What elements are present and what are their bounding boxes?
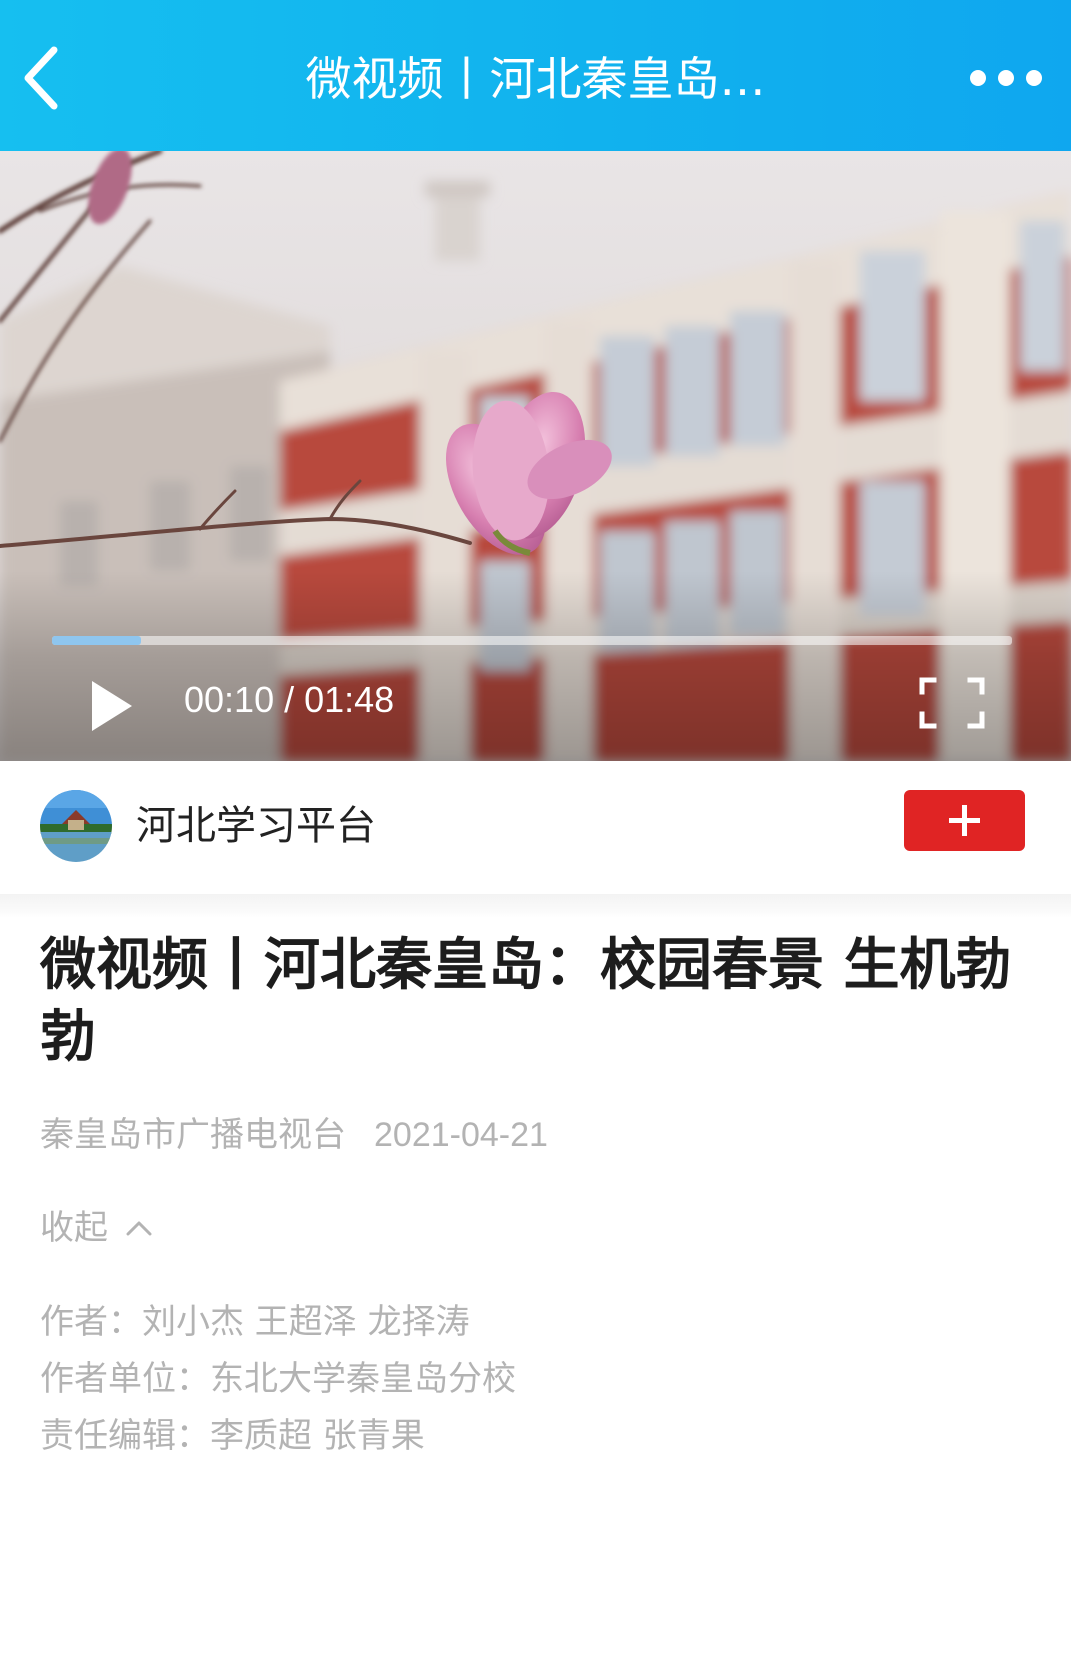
credit-affiliation: 作者单位：东北大学秦皇岛分校: [40, 1359, 516, 1399]
play-icon: [92, 681, 132, 731]
avatar-image: [40, 790, 112, 862]
article-title: 微视频丨河北秦皇岛：校园春景 生机勃勃: [40, 933, 1012, 1070]
collapse-label: 收起: [40, 1208, 108, 1248]
more-dots-icon: [970, 70, 1042, 86]
play-button[interactable]: [86, 677, 138, 735]
article-source: 秦皇岛市广播电视台: [40, 1115, 346, 1155]
chevron-up-icon: [126, 1221, 152, 1236]
progress-bar[interactable]: [52, 636, 1012, 645]
time-display: 00:10 / 01:48: [184, 679, 395, 720]
page-title: 微视频丨河北秦皇岛…: [305, 52, 766, 106]
back-button[interactable]: [14, 38, 74, 118]
article-meta: 秦皇岛市广播电视台 2021-04-21: [40, 1110, 548, 1160]
video-player[interactable]: 00:10 / 01:48: [0, 151, 1071, 761]
progress-fill: [52, 636, 142, 645]
app-screen: 微视频丨河北秦皇岛… 00:10 / 01:48 河北学习平台 微视频丨河北秦皇…: [0, 0, 1071, 1663]
controls-overlay: [0, 571, 1071, 761]
avatar[interactable]: [40, 790, 112, 862]
chevron-left-icon: [24, 46, 58, 110]
credit-authors: 作者：刘小杰 王超泽 龙择涛: [40, 1302, 470, 1342]
article-date: 2021-04-21: [374, 1116, 548, 1154]
credit-editors: 责任编辑：李质超 张青果: [40, 1416, 425, 1456]
channel-row: 河北学习平台: [0, 761, 1071, 894]
plus-icon: [949, 805, 980, 836]
top-nav-bar: 微视频丨河北秦皇岛…: [0, 0, 1071, 151]
fullscreen-button[interactable]: [918, 676, 986, 730]
channel-name[interactable]: 河北学习平台: [136, 796, 376, 856]
credits: 作者：刘小杰 王超泽 龙择涛 作者单位：东北大学秦皇岛分校 责任编辑：李质超 张…: [40, 1294, 516, 1465]
collapse-toggle[interactable]: 收起: [40, 1203, 154, 1253]
more-button[interactable]: [961, 48, 1051, 108]
section-divider: [0, 894, 1071, 918]
follow-button[interactable]: [904, 790, 1025, 851]
fullscreen-icon: [919, 677, 985, 729]
